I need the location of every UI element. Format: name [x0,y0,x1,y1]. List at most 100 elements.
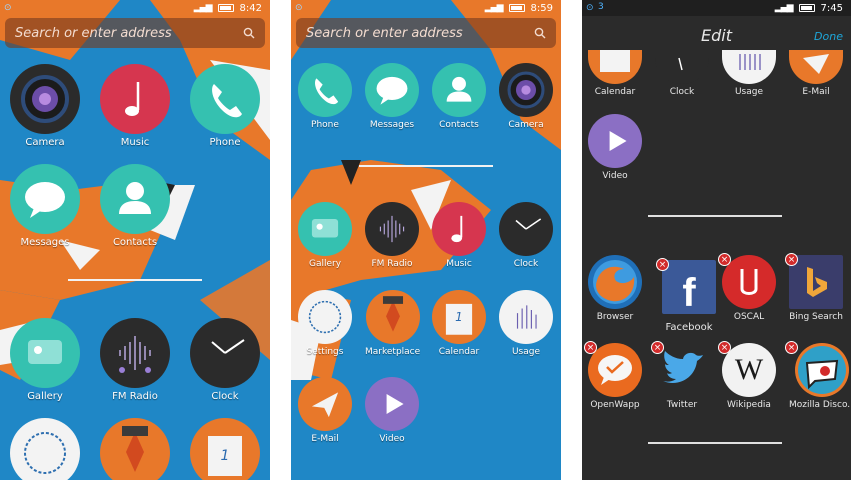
search-icon[interactable] [534,27,546,39]
app-camera[interactable]: Camera [10,64,80,148]
battery-icon [508,4,525,12]
app-label: Clock [211,391,239,402]
rocket-icon [100,418,170,480]
delete-badge-icon[interactable]: × [651,341,664,354]
calendar-day: 1 [455,310,463,324]
app-gallery[interactable]: Gallery [10,318,80,402]
app-label: Browser [596,312,634,322]
divider [648,215,782,217]
app-label: Facebook [665,322,713,333]
app-music[interactable]: Music [100,64,170,148]
app-facebook[interactable]: × f Facebook [656,258,716,333]
firefox-icon [588,255,642,309]
openwapp-icon [588,343,642,397]
phone-icon [190,64,260,134]
app-label: Settings [306,347,344,357]
app-phone[interactable]: Phone [190,64,260,148]
gear-icon [298,290,352,344]
app-label: Calendar [594,87,636,97]
signal-icon: ▂▄▆ [774,3,794,13]
notification-icon: ⊙ [586,3,594,13]
paper-plane-icon [298,377,352,431]
app-label: Mozilla Disco... [789,400,851,410]
signal-icon: ▂▄▆ [193,3,213,13]
radio-wave-icon [365,202,419,256]
gallery-icon [10,318,80,388]
twitter-bird-icon [655,343,709,397]
rocket-icon [365,290,420,344]
app-contacts[interactable]: Contacts [100,164,170,248]
app-label: Gallery [27,391,63,402]
app-bing-search[interactable]: × Bing Search [785,253,843,322]
delete-badge-icon[interactable]: × [584,341,597,354]
app-label: Camera [508,120,544,130]
app-label: Phone [209,137,241,148]
app-twitter[interactable]: × Twitter [651,341,709,410]
app-openwapp[interactable]: × OpenWapp [584,341,642,410]
delete-badge-icon[interactable]: × [656,258,669,271]
app-gallery[interactable]: Gallery [298,202,352,269]
mozilla-discover-icon [795,343,850,397]
search-bar[interactable] [5,18,265,48]
app-label: E-Mail [802,87,830,97]
delete-badge-icon[interactable]: × [718,253,731,266]
notification-icon: ⊙ [295,3,303,13]
app-phone[interactable]: Phone [298,63,352,130]
app-mozilla-discover[interactable]: × Mozilla Disco... [785,341,851,410]
app-label: Usage [734,87,764,97]
search-bar[interactable] [296,18,556,48]
music-note-icon [432,202,486,256]
battery-icon [798,4,815,12]
app-music[interactable]: Music [432,202,486,269]
app-messages[interactable]: Messages [10,164,80,248]
search-input[interactable] [306,25,534,41]
app-marketplace[interactable]: Marketplace [365,290,420,357]
app-usage[interactable]: Usage [499,290,553,357]
delete-badge-icon[interactable]: × [785,341,798,354]
app-calendar[interactable]: 1 Calendar [432,290,486,357]
done-button[interactable]: Done [814,30,843,43]
app-messages[interactable]: Messages [365,63,419,130]
delete-badge-icon[interactable]: × [718,341,731,354]
status-bar: ⊙ ▂▄▆ 8:42 [0,0,270,16]
search-icon[interactable] [243,27,255,39]
gallery-icon [298,202,352,256]
battery-icon [217,4,234,12]
app-clock[interactable]: Clock [499,202,553,269]
calendar-icon: 1 [190,418,260,480]
divider [68,279,202,281]
app-settings[interactable]: Settings [298,290,352,357]
app-oscal[interactable]: × OSCAL [718,253,776,322]
app-calendar[interactable]: 1 [190,418,260,480]
app-marketplace[interactable] [100,418,170,480]
app-fm-radio[interactable]: FM Radio [365,202,419,269]
app-calendar[interactable]: Calendar [588,50,642,97]
search-input[interactable] [15,25,243,41]
facebook-glyph: f [682,270,696,315]
app-email[interactable]: E-Mail [789,50,843,97]
radio-wave-icon [100,318,170,388]
app-wikipedia[interactable]: × W Wikipedia [718,341,776,410]
app-video[interactable]: Video [365,377,419,444]
app-usage[interactable]: Usage [722,50,776,97]
clock-icon [655,50,709,84]
app-label: Camera [25,137,65,148]
phone-icon [298,63,352,117]
app-camera[interactable]: Camera [499,63,553,130]
divider [648,442,782,444]
notification-icon: ⊙ [4,3,12,13]
calendar-day: 1 [220,448,230,464]
app-fm-radio[interactable]: FM Radio [100,318,170,402]
app-email[interactable]: E-Mail [298,377,352,444]
play-icon [588,114,642,168]
app-contacts[interactable]: Contacts [432,63,486,130]
delete-badge-icon[interactable]: × [785,253,798,266]
app-label: Clock [669,87,695,97]
music-note-icon [100,64,170,134]
app-label: Bing Search [789,312,843,322]
app-video[interactable]: Video [588,114,642,181]
app-clock[interactable]: Clock [190,318,260,402]
app-clock[interactable]: Clock [655,50,709,97]
app-settings[interactable] [10,418,80,480]
app-browser[interactable]: Browser [588,255,642,322]
